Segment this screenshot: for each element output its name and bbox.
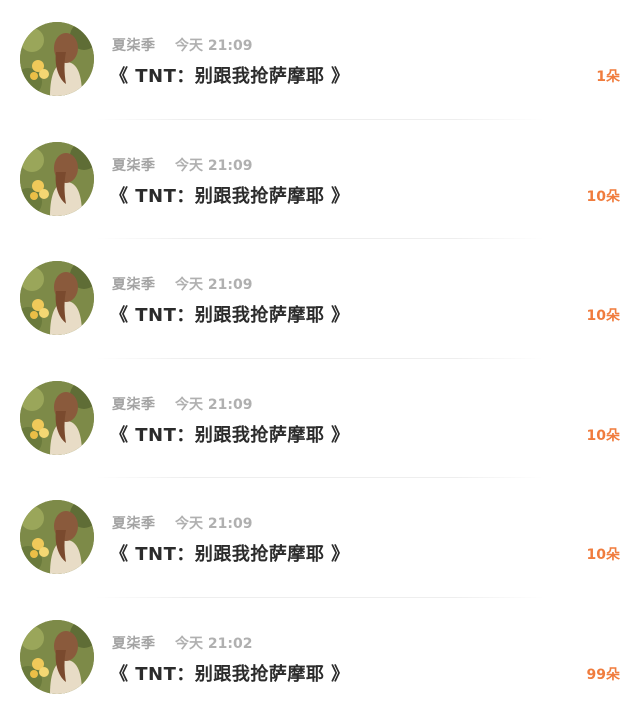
- sender-name: 夏柒季: [112, 157, 156, 174]
- timestamp: 今天 21:09: [175, 38, 253, 54]
- avatar[interactable]: [20, 380, 94, 455]
- avatar-photo-icon: [20, 620, 94, 694]
- timestamp: 今天 21:09: [175, 277, 253, 294]
- avatar-photo-icon: [20, 261, 94, 336]
- gift-row[interactable]: 夏柒季 今天 21:09 《 TNT：别跟我抢萨摩耶 》 10朵: [0, 478, 640, 598]
- gift-count: 10朵: [586, 547, 620, 564]
- gift-count: 99朵: [586, 667, 620, 683]
- avatar[interactable]: [20, 22, 94, 96]
- avatar-photo-icon: [20, 380, 94, 455]
- book-title[interactable]: 《 TNT：别跟我抢萨摩耶 》: [110, 301, 350, 327]
- avatar-photo-icon: [20, 141, 94, 216]
- sender-name: 夏柒季: [112, 38, 156, 54]
- timestamp: 今天 21:09: [175, 396, 253, 413]
- sender-name: 夏柒季: [112, 636, 156, 652]
- sender-name: 夏柒季: [112, 277, 156, 294]
- gift-count: 1朵: [596, 69, 620, 85]
- timestamp: 今天 21:09: [175, 157, 253, 174]
- book-title[interactable]: 《 TNT：别跟我抢萨摩耶 》: [110, 540, 350, 566]
- book-title[interactable]: 《 TNT：别跟我抢萨摩耶 》: [110, 421, 350, 447]
- timestamp: 今天 21:09: [175, 516, 253, 533]
- gift-count: 10朵: [586, 188, 620, 205]
- avatar[interactable]: [20, 261, 94, 336]
- gift-row[interactable]: 夏柒季 今天 21:09 《 TNT：别跟我抢萨摩耶 》 10朵: [0, 120, 640, 240]
- book-title[interactable]: 《 TNT：别跟我抢萨摩耶 》: [110, 62, 350, 88]
- sender-name: 夏柒季: [112, 516, 156, 533]
- timestamp: 今天 21:02: [175, 636, 253, 652]
- gift-row[interactable]: 夏柒季 今天 21:09 《 TNT：别跟我抢萨摩耶 》 10朵: [0, 359, 640, 479]
- gift-record-list: 夏柒季 今天 21:09 《 TNT：别跟我抢萨摩耶 》 1朵 夏柒季 今天 2…: [0, 0, 640, 709]
- gift-row[interactable]: 夏柒季 今天 21:02 《 TNT：别跟我抢萨摩耶 》 99朵: [0, 598, 640, 709]
- avatar[interactable]: [20, 500, 94, 575]
- avatar[interactable]: [20, 620, 94, 694]
- book-title[interactable]: 《 TNT：别跟我抢萨摩耶 》: [110, 660, 350, 686]
- gift-count: 10朵: [586, 308, 620, 325]
- avatar-photo-icon: [20, 500, 94, 575]
- book-title[interactable]: 《 TNT：别跟我抢萨摩耶 》: [110, 182, 350, 208]
- gift-row[interactable]: 夏柒季 今天 21:09 《 TNT：别跟我抢萨摩耶 》 10朵: [0, 239, 640, 359]
- gift-count: 10朵: [586, 427, 620, 444]
- avatar-photo-icon: [20, 22, 94, 96]
- gift-row[interactable]: 夏柒季 今天 21:09 《 TNT：别跟我抢萨摩耶 》 1朵: [0, 0, 640, 120]
- sender-name: 夏柒季: [112, 396, 156, 413]
- avatar[interactable]: [20, 141, 94, 216]
